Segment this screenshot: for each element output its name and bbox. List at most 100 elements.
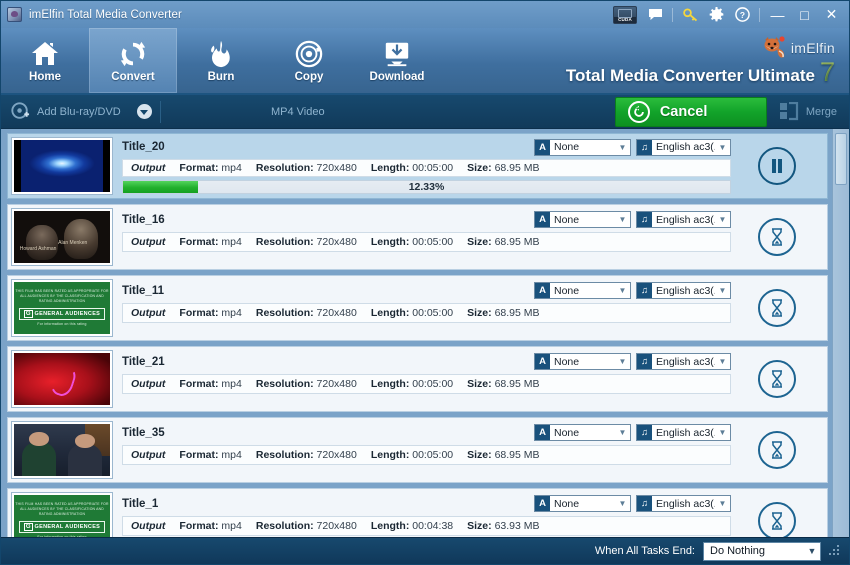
task-title: Title_20 xyxy=(122,141,165,153)
table-row[interactable]: Title_20 A None ▼ ♫ English ac3(.. ▼ xyxy=(7,133,828,199)
brand-name: imElfin xyxy=(791,40,835,56)
status-bar: When All Tasks End: Do Nothing ▼ xyxy=(1,537,849,564)
nav-item-convert[interactable]: Convert xyxy=(89,28,177,93)
subtitle-select[interactable]: A None ▼ xyxy=(534,424,631,441)
chevron-down-icon: ▼ xyxy=(715,428,730,437)
thumb-rating-line: THIS FILM HAS BEEN RATED AS APPROPRIATE … xyxy=(14,502,110,517)
subtitle-select[interactable]: A None ▼ xyxy=(534,139,631,156)
task-action-cell xyxy=(731,280,823,336)
task-output-info: Output Format: mp4 Resolution: 720x480 L… xyxy=(122,232,731,252)
cuda-badge-icon[interactable]: CUDA xyxy=(613,6,637,24)
nav-item-download[interactable]: Download xyxy=(353,28,441,93)
help-icon[interactable]: ? xyxy=(729,4,755,26)
vertical-scrollbar[interactable] xyxy=(832,129,849,537)
resize-grip[interactable] xyxy=(829,545,841,557)
resolution-key: Resolution: xyxy=(256,449,314,461)
format-key: Format: xyxy=(179,520,218,532)
feedback-icon[interactable] xyxy=(642,4,668,26)
subtitle-icon: A xyxy=(535,140,550,155)
table-row[interactable]: Howard Ashman Alan Menken Title_16 A Non… xyxy=(7,204,828,270)
size-value: 68.95 MB xyxy=(495,307,540,319)
length-value: 00:05:00 xyxy=(412,236,453,248)
scrollbar-thumb[interactable] xyxy=(835,133,847,185)
audio-note-icon: ♫ xyxy=(637,212,652,227)
subtitle-value: None xyxy=(550,214,615,226)
table-row[interactable]: THIS FILM HAS BEEN RATED AS APPROPRIATE … xyxy=(7,275,828,341)
length-key: Length: xyxy=(371,520,410,532)
format-key: Format: xyxy=(179,449,218,461)
hourglass-icon[interactable] xyxy=(758,431,796,469)
minimize-button[interactable]: — xyxy=(764,3,791,27)
progress-text: 12.33% xyxy=(123,181,730,193)
chevron-down-icon: ▼ xyxy=(615,428,630,437)
cancel-label: Cancel xyxy=(660,104,708,120)
audio-note-icon: ♫ xyxy=(637,496,652,511)
thumb-rating-label: GENERAL AUDIENCES xyxy=(35,311,101,317)
output-profile-label[interactable]: MP4 Video xyxy=(161,106,615,118)
subtitle-value: None xyxy=(550,427,615,439)
window-title: imElfin Total Media Converter xyxy=(29,9,182,21)
nav-item-burn[interactable]: Burn xyxy=(177,28,265,93)
length-value: 00:05:00 xyxy=(412,378,453,390)
key-icon[interactable] xyxy=(677,4,703,26)
chevron-down-icon: ▼ xyxy=(615,143,630,152)
length-key: Length: xyxy=(371,236,410,248)
app-logo-icon xyxy=(7,7,22,22)
length-value: 00:05:00 xyxy=(412,307,453,319)
chevron-down-icon: ▼ xyxy=(615,215,630,224)
audio-select[interactable]: ♫ English ac3(.. ▼ xyxy=(636,424,731,441)
hourglass-icon[interactable] xyxy=(758,360,796,398)
format-key: Format: xyxy=(179,307,218,319)
main-navigation: Home Convert Burn xyxy=(1,28,849,95)
audio-select[interactable]: ♫ English ac3(.. ▼ xyxy=(636,139,731,156)
audio-select[interactable]: ♫ English ac3(.. ▼ xyxy=(636,211,731,228)
subtitle-icon: A xyxy=(535,425,550,440)
task-thumbnail: THIS FILM HAS BEEN RATED AS APPROPRIATE … xyxy=(12,280,112,336)
subtitle-select[interactable]: A None ▼ xyxy=(534,211,631,228)
pause-icon[interactable] xyxy=(758,147,796,185)
download-icon xyxy=(382,39,412,69)
subtitle-select[interactable]: A None ▼ xyxy=(534,353,631,370)
task-thumbnail: THIS FILM HAS BEEN RATED AS APPROPRIATE … xyxy=(12,493,112,537)
size-key: Size: xyxy=(467,236,492,248)
subtitle-select[interactable]: A None ▼ xyxy=(534,495,631,512)
chevron-down-icon: ▼ xyxy=(715,499,730,508)
task-title: Title_11 xyxy=(122,285,164,297)
format-key: Format: xyxy=(179,378,218,390)
maximize-button[interactable]: □ xyxy=(791,3,818,27)
hourglass-icon[interactable] xyxy=(758,502,796,537)
subtitle-icon: A xyxy=(535,354,550,369)
size-key: Size: xyxy=(467,449,492,461)
nav-item-copy[interactable]: Copy xyxy=(265,28,353,93)
close-button[interactable]: ✕ xyxy=(818,3,845,27)
subtitle-select[interactable]: A None ▼ xyxy=(534,282,631,299)
home-icon xyxy=(30,39,60,69)
hourglass-icon[interactable] xyxy=(758,218,796,256)
task-title: Title_1 xyxy=(122,498,158,510)
merge-button[interactable]: Merge xyxy=(769,95,849,128)
table-row[interactable]: Title_21 A None ▼ ♫ English ac3(.. ▼ xyxy=(7,346,828,412)
add-source-button[interactable]: Add Blu-ray/DVD xyxy=(1,95,129,128)
chevron-down-icon: ▼ xyxy=(615,499,630,508)
cancel-button[interactable]: Cancel xyxy=(615,97,767,127)
audio-select[interactable]: ♫ English ac3(.. ▼ xyxy=(636,353,731,370)
output-label: Output xyxy=(131,236,165,248)
audio-select[interactable]: ♫ English ac3(.. ▼ xyxy=(636,282,731,299)
settings-gear-icon[interactable] xyxy=(703,4,729,26)
when-tasks-end-select[interactable]: Do Nothing ▼ xyxy=(703,542,821,561)
brand-product: Total Media Converter Ultimate xyxy=(566,66,815,86)
task-output-info: Output Format: mp4 Resolution: 720x480 L… xyxy=(122,159,731,177)
source-dropdown-button[interactable] xyxy=(137,104,152,119)
audio-note-icon: ♫ xyxy=(637,140,652,155)
application-window: imElfin Total Media Converter CUDA xyxy=(0,0,850,565)
task-action-cell xyxy=(731,209,823,265)
resolution-value: 720x480 xyxy=(317,162,357,174)
table-row[interactable]: THIS FILM HAS BEEN RATED AS APPROPRIATE … xyxy=(7,488,828,537)
nav-label: Burn xyxy=(208,71,235,83)
audio-select[interactable]: ♫ English ac3(.. ▼ xyxy=(636,495,731,512)
titlebar-controls: CUDA ? xyxy=(613,1,845,28)
nav-item-home[interactable]: Home xyxy=(1,28,89,93)
table-row[interactable]: Title_35 A None ▼ ♫ English ac3(.. ▼ xyxy=(7,417,828,483)
hourglass-icon[interactable] xyxy=(758,289,796,327)
size-key: Size: xyxy=(467,378,492,390)
